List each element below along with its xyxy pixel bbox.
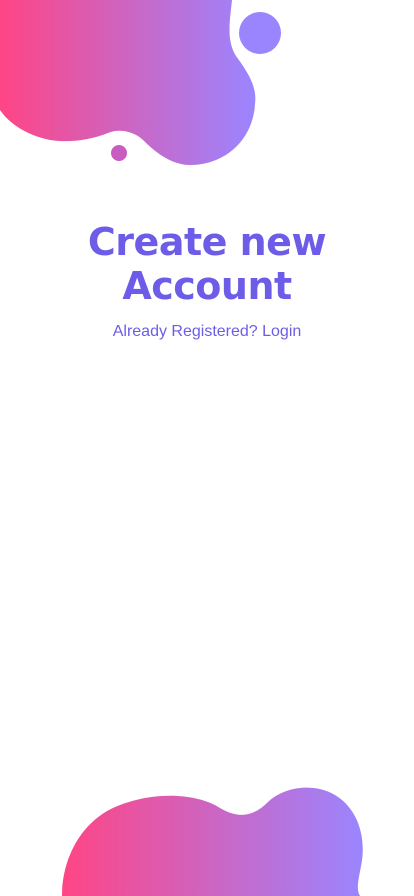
page-title: Create new Account (0, 220, 414, 308)
page-title-line-1: Create new (87, 220, 327, 264)
create-account-screen: Create new Account Already Registered? L… (0, 0, 414, 896)
decorative-dot-small (111, 145, 127, 161)
top-blob-shape (0, 0, 256, 165)
login-link[interactable]: Already Registered? Login (0, 321, 414, 343)
background-decoration (0, 0, 363, 896)
bottom-blob-shape (62, 787, 363, 896)
decorative-dot-large (239, 12, 281, 54)
page-title-line-2: Account (122, 264, 292, 308)
